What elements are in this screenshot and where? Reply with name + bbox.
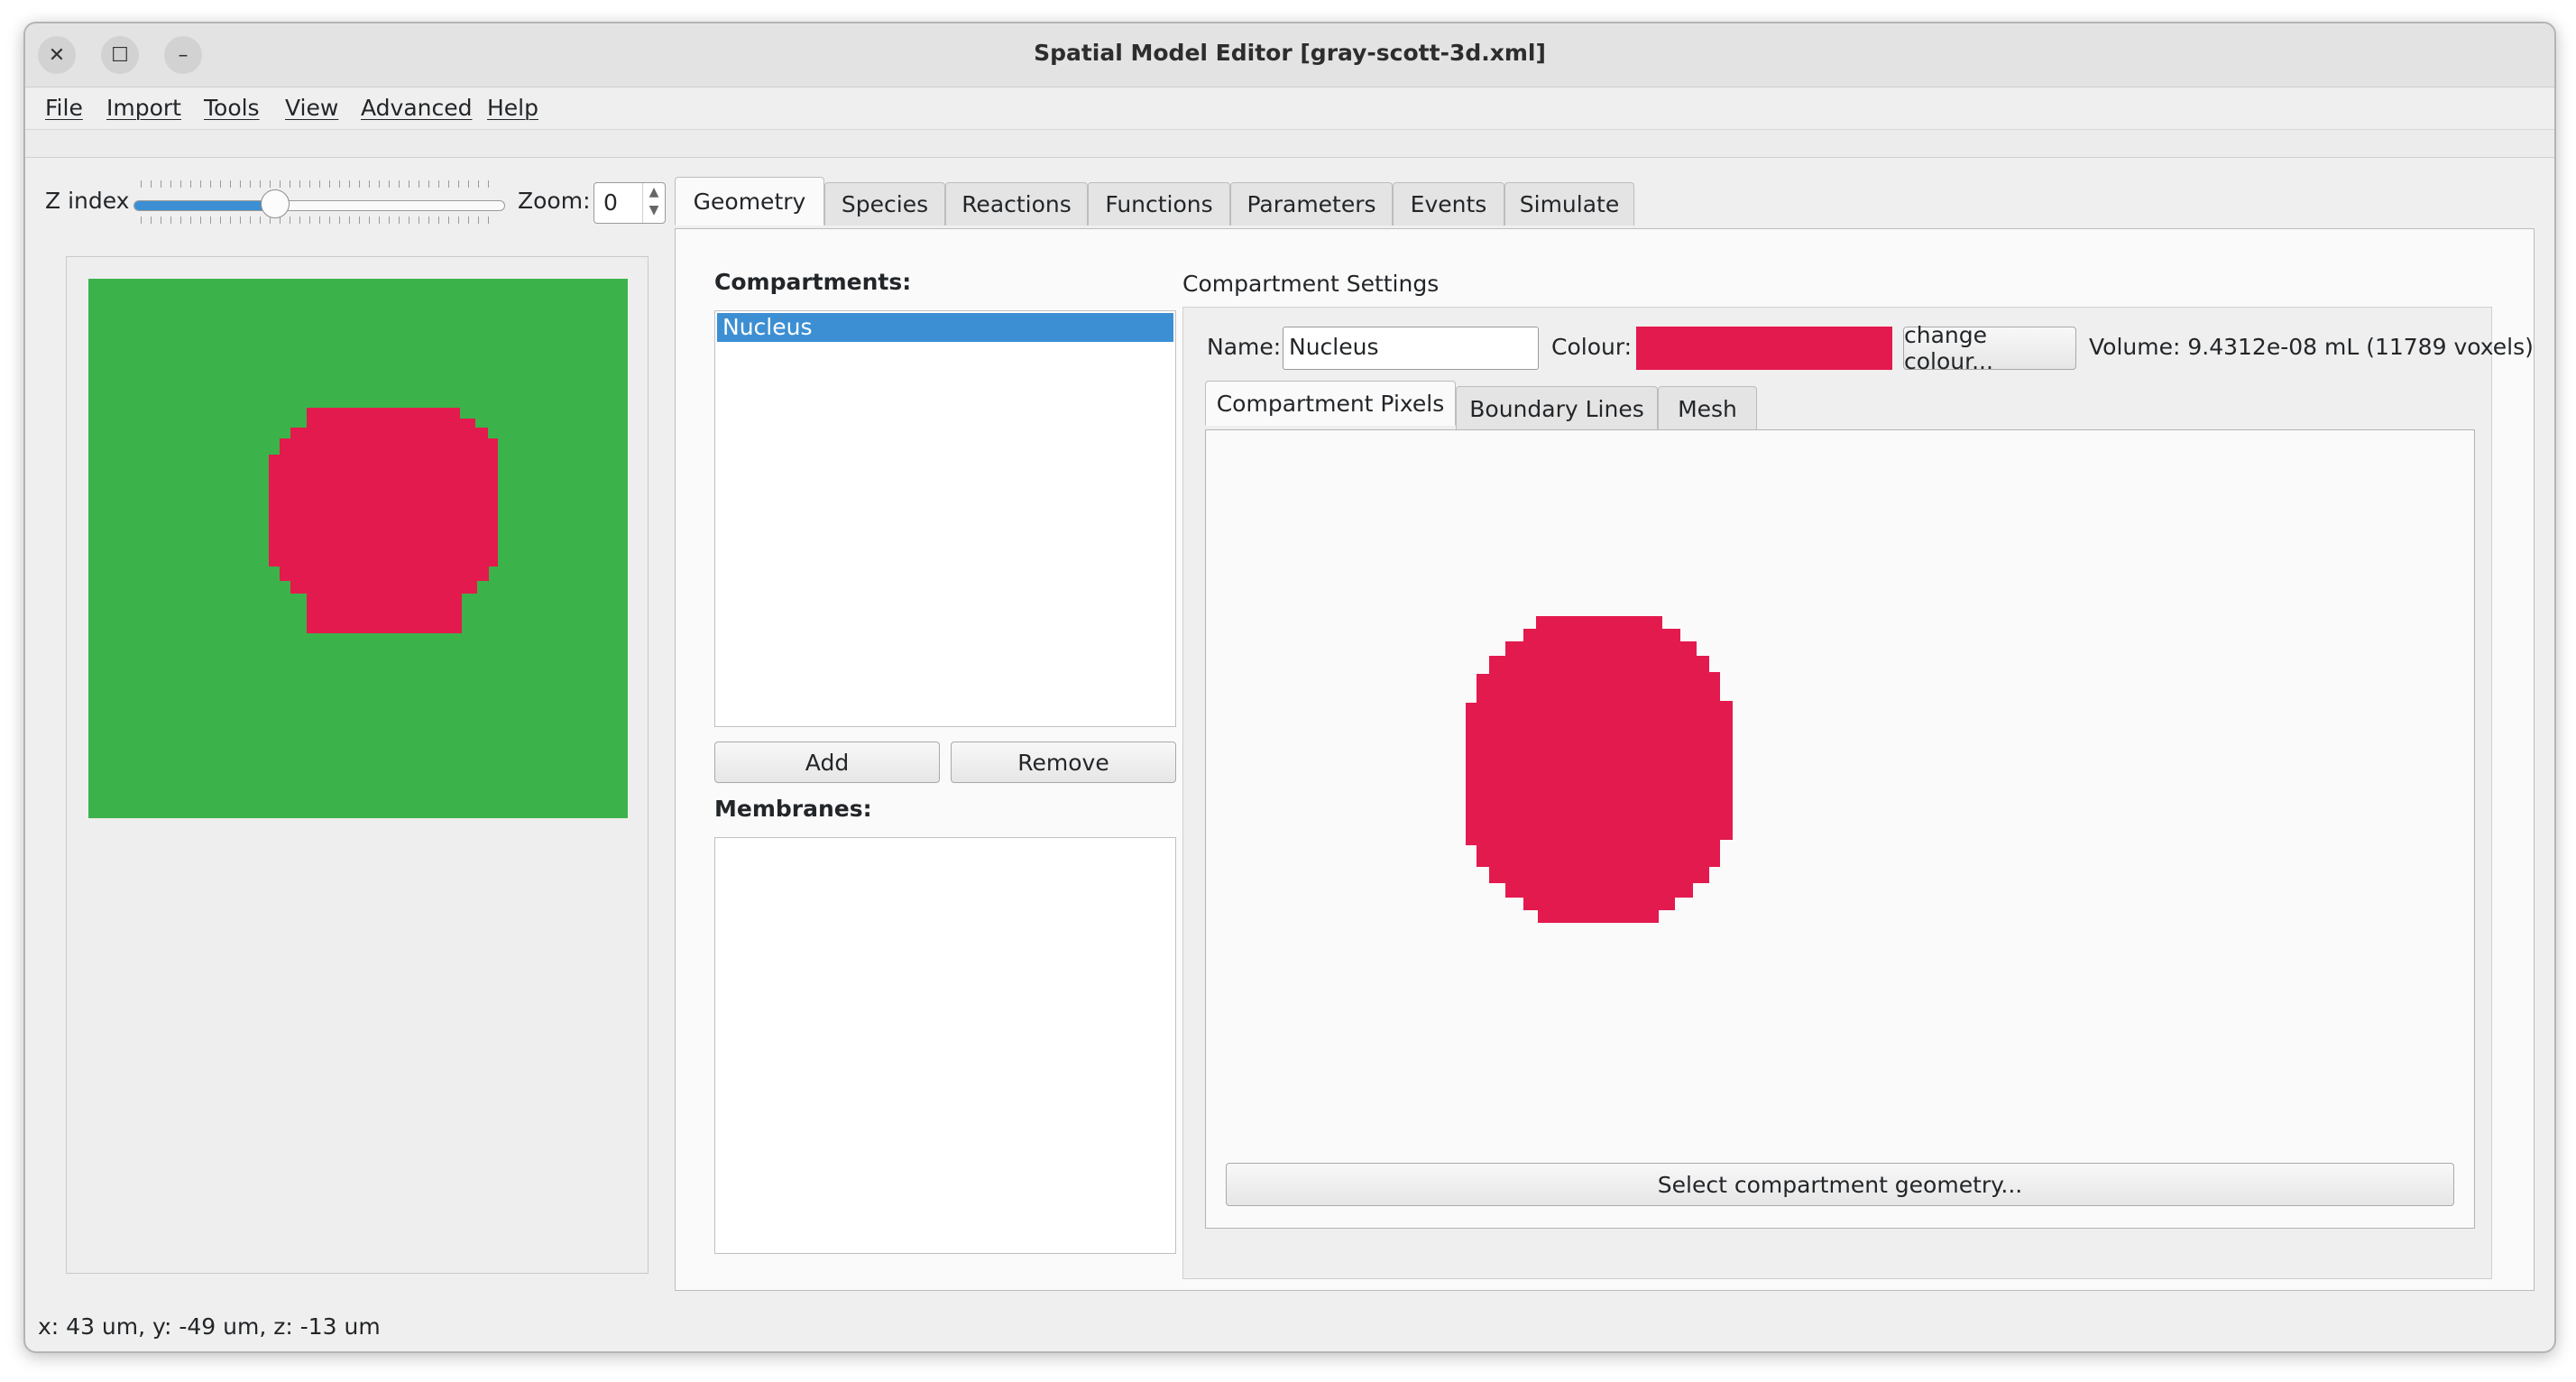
chevron-up-icon[interactable]: ▲ — [643, 183, 665, 201]
name-label: Name: — [1207, 334, 1282, 360]
z-index-slider-fill — [134, 201, 275, 210]
slider-ticks-bottom — [141, 217, 497, 224]
menu-advanced[interactable]: Advanced — [361, 95, 473, 121]
compartment-item-nucleus[interactable]: Nucleus — [717, 313, 1173, 342]
colour-label: Colour: — [1551, 334, 1633, 360]
menu-import[interactable]: Import — [106, 95, 181, 121]
menu-view[interactable]: View — [285, 95, 338, 121]
tab-functions[interactable]: Functions — [1088, 182, 1230, 226]
toolbar — [25, 129, 2554, 158]
tab-events[interactable]: Events — [1393, 182, 1504, 226]
z-index-label: Z index — [45, 188, 130, 214]
tab-geometry[interactable]: Geometry — [675, 177, 824, 226]
tab-species[interactable]: Species — [824, 182, 945, 226]
name-field[interactable]: Nucleus — [1283, 327, 1539, 370]
geometry-slice — [269, 408, 498, 633]
window-title: Spatial Model Editor [gray-scott-3d.xml] — [1034, 40, 1546, 66]
zoom-label: Zoom: — [518, 188, 591, 214]
app-window: ✕ ☐ – Spatial Model Editor [gray-scott-3… — [23, 22, 2556, 1353]
compartment-pixels-image[interactable] — [1449, 616, 1756, 923]
geometry-image[interactable] — [88, 279, 628, 818]
menu-tools[interactable]: Tools — [204, 95, 260, 121]
status-bar: x: 43 um, y: -49 um, z: -13 um — [25, 1308, 2554, 1350]
select-compartment-geometry-button[interactable]: Select compartment geometry... — [1226, 1163, 2454, 1206]
add-compartment-button[interactable]: Add — [714, 742, 940, 783]
z-index-slider[interactable] — [133, 200, 505, 211]
compartments-label: Compartments: — [714, 269, 912, 295]
menu-file[interactable]: File — [45, 95, 83, 121]
membranes-label: Membranes: — [714, 796, 872, 822]
tab-reactions[interactable]: Reactions — [945, 182, 1088, 226]
cursor-coordinates: x: 43 um, y: -49 um, z: -13 um — [38, 1313, 381, 1340]
tab-mesh[interactable]: Mesh — [1658, 386, 1757, 431]
zoom-stepper[interactable]: ▲ ▼ — [642, 183, 665, 223]
tab-simulate[interactable]: Simulate — [1504, 182, 1634, 226]
colour-swatch — [1636, 327, 1892, 370]
tab-boundary-lines[interactable]: Boundary Lines — [1456, 386, 1658, 431]
nucleus-region — [269, 408, 498, 633]
compartment-pixels-svg — [1466, 616, 1733, 923]
volume-readout: Volume: 9.4312e-08 mL (11789 voxels) — [2089, 334, 2534, 360]
nucleus-pixels — [1466, 616, 1733, 923]
membranes-list[interactable] — [714, 837, 1176, 1254]
compartment-settings-title: Compartment Settings — [1182, 271, 1440, 297]
change-colour-button[interactable]: change colour... — [1903, 322, 2076, 374]
tab-parameters[interactable]: Parameters — [1230, 182, 1393, 226]
zoom-value: 0 — [603, 189, 618, 216]
compartment-pixels-panel: Select compartment geometry... — [1205, 429, 2475, 1229]
z-index-slider-handle[interactable] — [260, 189, 290, 218]
tab-compartment-pixels[interactable]: Compartment Pixels — [1205, 381, 1456, 426]
title-bar: ✕ ☐ – Spatial Model Editor [gray-scott-3… — [25, 23, 2554, 88]
zoom-spinbox[interactable]: 0 ▲ ▼ — [593, 182, 666, 224]
chevron-down-icon[interactable]: ▼ — [643, 201, 665, 219]
compartments-list[interactable]: Nucleus — [714, 310, 1176, 727]
remove-compartment-button[interactable]: Remove — [951, 742, 1176, 783]
menu-help[interactable]: Help — [487, 95, 538, 121]
geometry-view-panel — [66, 256, 649, 1274]
menu-bar: File Import Tools View Advanced Help — [25, 88, 2554, 129]
slider-ticks-top — [141, 180, 497, 188]
